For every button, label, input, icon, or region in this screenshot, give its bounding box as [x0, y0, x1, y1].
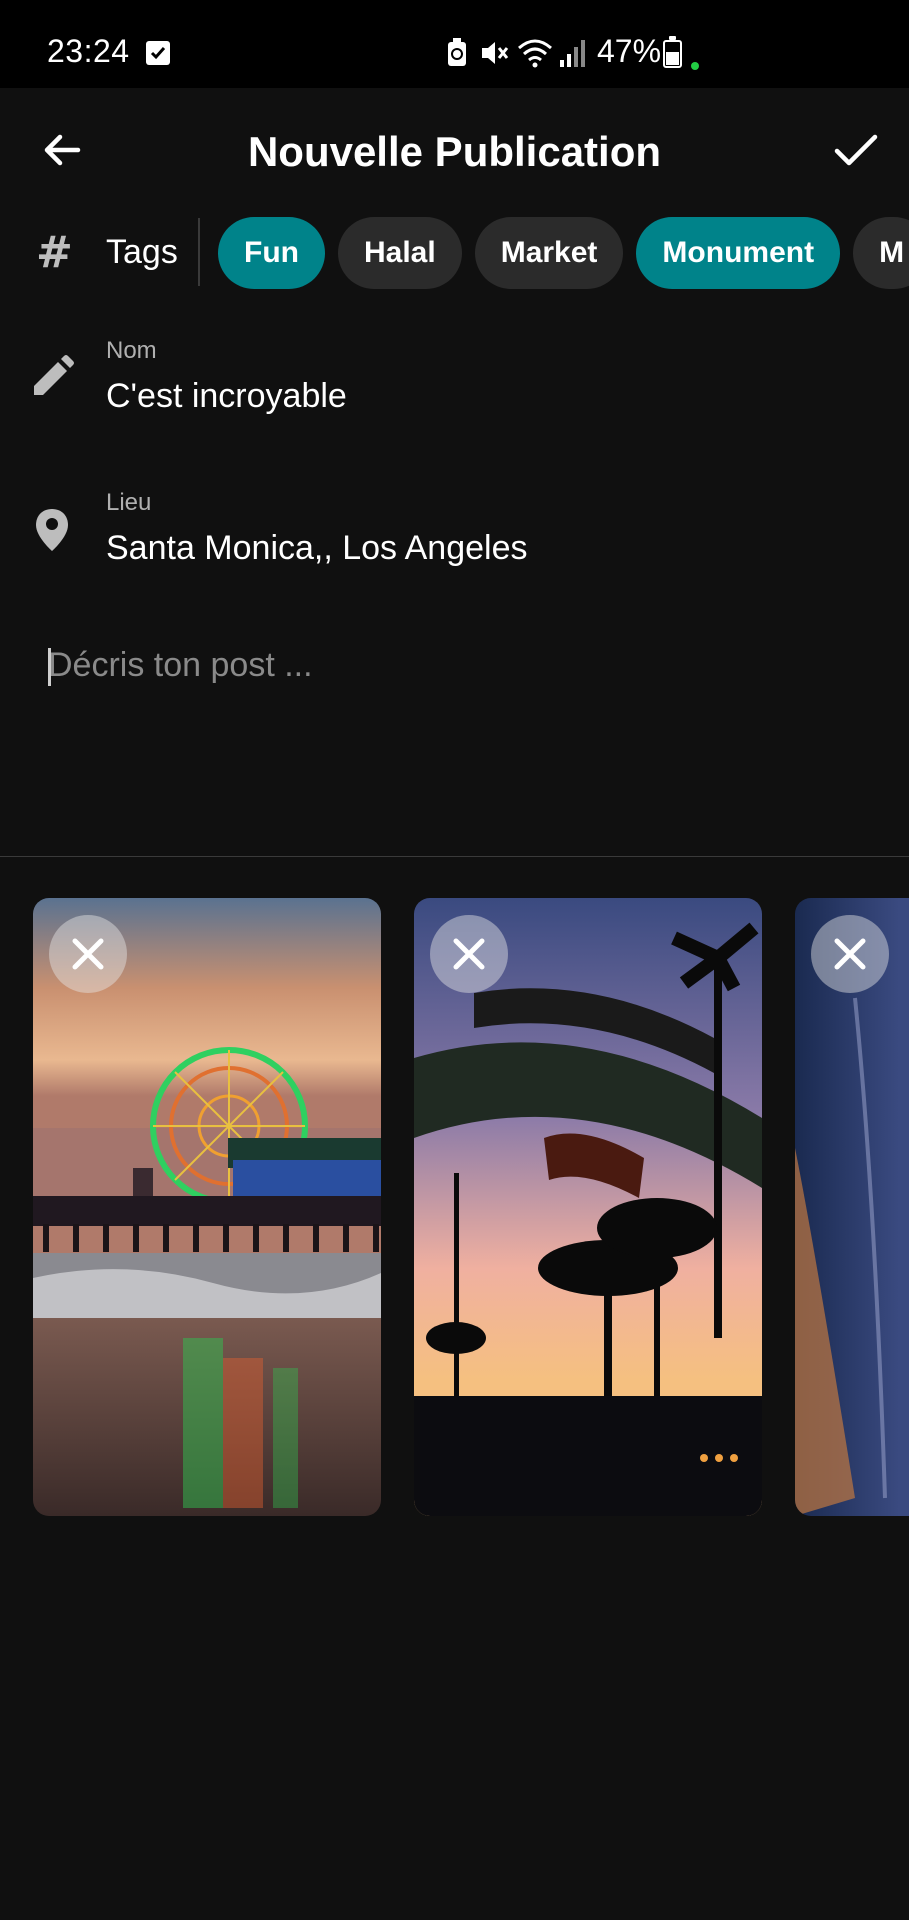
location-field-value[interactable]: Santa Monica,, Los Angeles [106, 529, 528, 568]
image-card-santa-monica-sign[interactable] [414, 898, 762, 1516]
signal-icon [560, 40, 585, 67]
name-field-value[interactable]: C'est incroyable [106, 377, 347, 416]
description-input[interactable]: Décris ton post ... [48, 646, 868, 706]
battery-icon [663, 36, 682, 68]
divider [198, 218, 200, 286]
pencil-icon [34, 355, 74, 395]
tag-chip-monument[interactable]: Monument [636, 217, 841, 289]
text-caret [48, 648, 51, 686]
tags-row: # Tags Fun Halal Market Monument M [0, 215, 909, 291]
tag-chips: Fun Halal Market Monument M [218, 217, 909, 289]
close-icon [834, 938, 866, 970]
battery-saver-icon [448, 38, 466, 66]
tag-chip-market[interactable]: Market [474, 217, 624, 289]
check-icon [834, 134, 878, 166]
close-icon [72, 938, 104, 970]
tag-chip-halal[interactable]: Halal [337, 217, 462, 289]
app-header: Nouvelle Publication [0, 88, 909, 218]
status-bar: 23:24 47% [0, 0, 909, 88]
remove-image-button[interactable] [430, 915, 508, 993]
name-field-label: Nom [106, 337, 157, 364]
remove-image-button[interactable] [811, 915, 889, 993]
status-icons: 47% [0, 0, 909, 88]
confirm-button[interactable] [831, 126, 881, 174]
screen: 23:24 47% Nouvelle Publication # Tags Fu… [0, 0, 909, 1920]
wifi-icon [518, 39, 552, 68]
remove-image-button[interactable] [49, 915, 127, 993]
name-field[interactable]: Nom C'est incroyable [0, 337, 909, 447]
location-pin-icon [36, 509, 68, 551]
privacy-indicator-dot [691, 62, 699, 70]
page-title: Nouvelle Publication [247, 128, 662, 175]
close-icon [453, 938, 485, 970]
hash-icon: # [36, 227, 73, 278]
battery-percentage: 47% [597, 33, 662, 69]
mute-icon [482, 42, 509, 64]
location-field[interactable]: Lieu Santa Monica,, Los Angeles [0, 489, 909, 599]
location-field-label: Lieu [106, 489, 152, 516]
image-card-pier-night[interactable] [795, 898, 909, 1516]
image-card-ferris-wheel[interactable] [33, 898, 381, 1516]
tag-chip-fun[interactable]: Fun [218, 217, 325, 289]
image-carousel[interactable] [0, 898, 909, 1518]
tags-label: Tags [106, 233, 178, 271]
tag-chip-partial[interactable]: M [853, 217, 909, 289]
divider [0, 856, 909, 857]
